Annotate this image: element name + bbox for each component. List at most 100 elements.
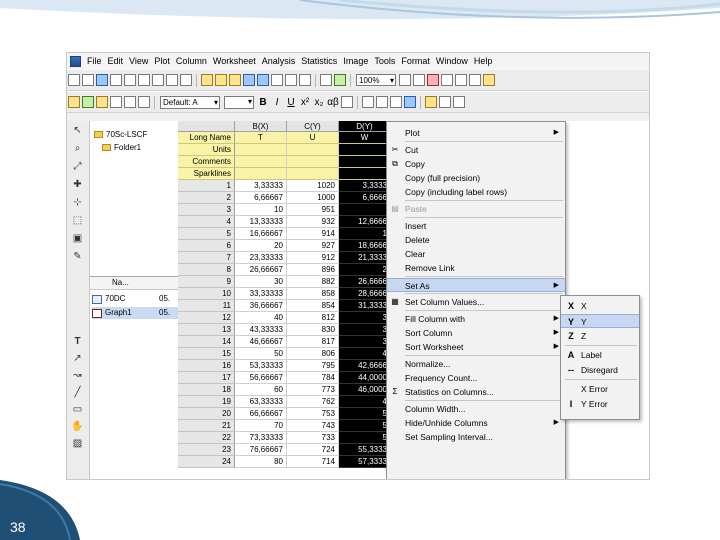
table-cell[interactable]: 42,6666 bbox=[339, 360, 391, 372]
table-cell[interactable]: 12,6666 bbox=[339, 216, 391, 228]
context-menu-item[interactable]: Cut ✂ bbox=[387, 143, 565, 157]
row-number[interactable]: 11 bbox=[178, 300, 235, 312]
new-project-icon[interactable] bbox=[68, 74, 80, 86]
zoom-tool-icon[interactable]: ⌕ bbox=[71, 143, 84, 155]
set-as-disregard[interactable]: -- Disregard bbox=[561, 363, 639, 377]
table-cell[interactable]: 806 bbox=[287, 348, 339, 360]
table-cell[interactable]: 830 bbox=[287, 324, 339, 336]
table-cell[interactable]: 3 bbox=[339, 336, 391, 348]
menu-analysis[interactable]: Analysis bbox=[259, 53, 299, 69]
region-mask-icon[interactable]: ▣ bbox=[71, 233, 84, 245]
line-tool-icon[interactable]: ╱ bbox=[71, 387, 84, 399]
row-number[interactable]: 3 bbox=[178, 204, 235, 216]
data-reader-tool-icon[interactable]: ⊹ bbox=[71, 197, 84, 209]
table-cell[interactable]: 896 bbox=[287, 264, 339, 276]
table-cell[interactable]: 50 bbox=[235, 348, 287, 360]
table-cell[interactable]: 724 bbox=[287, 444, 339, 456]
table-cell[interactable]: 46,66667 bbox=[235, 336, 287, 348]
table-cell[interactable]: 73,33333 bbox=[235, 432, 287, 444]
table-cell[interactable]: 1000 bbox=[287, 192, 339, 204]
table-cell[interactable]: 23,33333 bbox=[235, 252, 287, 264]
table-cell[interactable]: 762 bbox=[287, 396, 339, 408]
arrow-tool-icon[interactable]: ↗ bbox=[71, 353, 84, 365]
table-cell[interactable]: 13,33333 bbox=[235, 216, 287, 228]
table-cell[interactable]: 26,66667 bbox=[235, 264, 287, 276]
meta-cell[interactable] bbox=[339, 156, 391, 168]
table-cell[interactable]: 46,0000 bbox=[339, 384, 391, 396]
set-as-x[interactable]: XX bbox=[561, 299, 639, 313]
row-number[interactable]: 16 bbox=[178, 360, 235, 372]
subscript-icon[interactable]: x₂ bbox=[313, 97, 325, 108]
table-cell[interactable]: 31,3333 bbox=[339, 300, 391, 312]
border-icon[interactable] bbox=[362, 96, 374, 108]
table-cell[interactable]: 3 bbox=[339, 324, 391, 336]
table-cell[interactable]: 33,33333 bbox=[235, 288, 287, 300]
new-function-icon[interactable] bbox=[124, 74, 136, 86]
data-selector-icon[interactable]: ⬚ bbox=[71, 215, 84, 227]
table-cell[interactable]: 6,66667 bbox=[235, 192, 287, 204]
font-color-icon[interactable] bbox=[341, 96, 353, 108]
table-cell[interactable]: 43,33333 bbox=[235, 324, 287, 336]
table-cell[interactable]: 66,66667 bbox=[235, 408, 287, 420]
row-number[interactable]: 22 bbox=[178, 432, 235, 444]
context-menu-item[interactable]: Hide/Unhide Columns ▶ bbox=[387, 416, 565, 430]
set-xy-icon[interactable] bbox=[110, 96, 122, 108]
menu-worksheet[interactable]: Worksheet bbox=[210, 53, 259, 69]
table-cell[interactable]: 16,66667 bbox=[235, 228, 287, 240]
table-cell[interactable]: 714 bbox=[287, 456, 339, 468]
scale-icon[interactable]: ⤢ bbox=[71, 161, 84, 173]
menu-view[interactable]: View bbox=[126, 53, 151, 69]
table-cell[interactable]: 28,6666 bbox=[339, 288, 391, 300]
table-cell[interactable]: 40 bbox=[235, 312, 287, 324]
table-cell[interactable]: 10 bbox=[235, 204, 287, 216]
meta-cell[interactable] bbox=[339, 144, 391, 156]
table-cell[interactable]: 18,6666 bbox=[339, 240, 391, 252]
column-header-d[interactable]: D(Y) bbox=[339, 121, 391, 132]
table-cell[interactable]: 44,0000 bbox=[339, 372, 391, 384]
row-number[interactable]: 23 bbox=[178, 444, 235, 456]
line-width-icon[interactable] bbox=[453, 96, 465, 108]
row-number[interactable]: 19 bbox=[178, 396, 235, 408]
row-number[interactable]: 9 bbox=[178, 276, 235, 288]
menu-tools[interactable]: Tools bbox=[371, 53, 398, 69]
statistics-toolbar-icon[interactable] bbox=[82, 96, 94, 108]
table-cell[interactable]: 733 bbox=[287, 432, 339, 444]
context-menu-item[interactable]: Copy ⧉ bbox=[387, 157, 565, 171]
zoom-select[interactable]: 100% bbox=[356, 74, 396, 86]
new-excel-icon[interactable] bbox=[152, 74, 164, 86]
context-menu-item[interactable]: Fill Column with ▶ bbox=[387, 312, 565, 326]
menu-statistics[interactable]: Statistics bbox=[298, 53, 340, 69]
zoom-out-icon[interactable] bbox=[413, 74, 425, 86]
row-number[interactable]: 21 bbox=[178, 420, 235, 432]
code-builder-icon[interactable] bbox=[427, 74, 439, 86]
row-number[interactable]: 18 bbox=[178, 384, 235, 396]
row-number[interactable]: 15 bbox=[178, 348, 235, 360]
table-cell[interactable]: 57,3333 bbox=[339, 456, 391, 468]
pointer-icon[interactable]: ↖ bbox=[71, 125, 84, 137]
context-menu-item[interactable]: Insert bbox=[387, 219, 565, 233]
table-cell[interactable]: 817 bbox=[287, 336, 339, 348]
context-menu-item[interactable]: Paste ▤ bbox=[387, 202, 565, 216]
table-cell[interactable]: 26,6666 bbox=[339, 276, 391, 288]
italic-button[interactable]: I bbox=[271, 97, 283, 108]
row-number[interactable]: 8 bbox=[178, 264, 235, 276]
save-icon[interactable] bbox=[243, 74, 255, 86]
table-cell[interactable]: 1 bbox=[339, 228, 391, 240]
row-number[interactable]: 2 bbox=[178, 192, 235, 204]
menu-column[interactable]: Column bbox=[173, 53, 210, 69]
context-menu-item[interactable]: Delete bbox=[387, 233, 565, 247]
hand-tool-icon[interactable]: ✋ bbox=[71, 421, 84, 433]
tree-root[interactable]: 70Sc-LSCF bbox=[94, 129, 147, 140]
import-wizard-icon[interactable] bbox=[299, 74, 311, 86]
table-cell[interactable]: 5 bbox=[339, 408, 391, 420]
import-icon[interactable] bbox=[271, 74, 283, 86]
table-cell[interactable]: 4 bbox=[339, 396, 391, 408]
meta-cell[interactable] bbox=[287, 168, 339, 180]
import-ascii-icon[interactable] bbox=[285, 74, 297, 86]
text-tool-icon[interactable]: T bbox=[71, 336, 84, 348]
add-column-icon[interactable] bbox=[68, 96, 80, 108]
context-menu-item[interactable]: Column Width... bbox=[387, 402, 565, 416]
menu-help[interactable]: Help bbox=[471, 53, 496, 69]
context-menu-item[interactable]: Remove Link bbox=[387, 261, 565, 275]
table-cell[interactable]: 1020 bbox=[287, 180, 339, 192]
